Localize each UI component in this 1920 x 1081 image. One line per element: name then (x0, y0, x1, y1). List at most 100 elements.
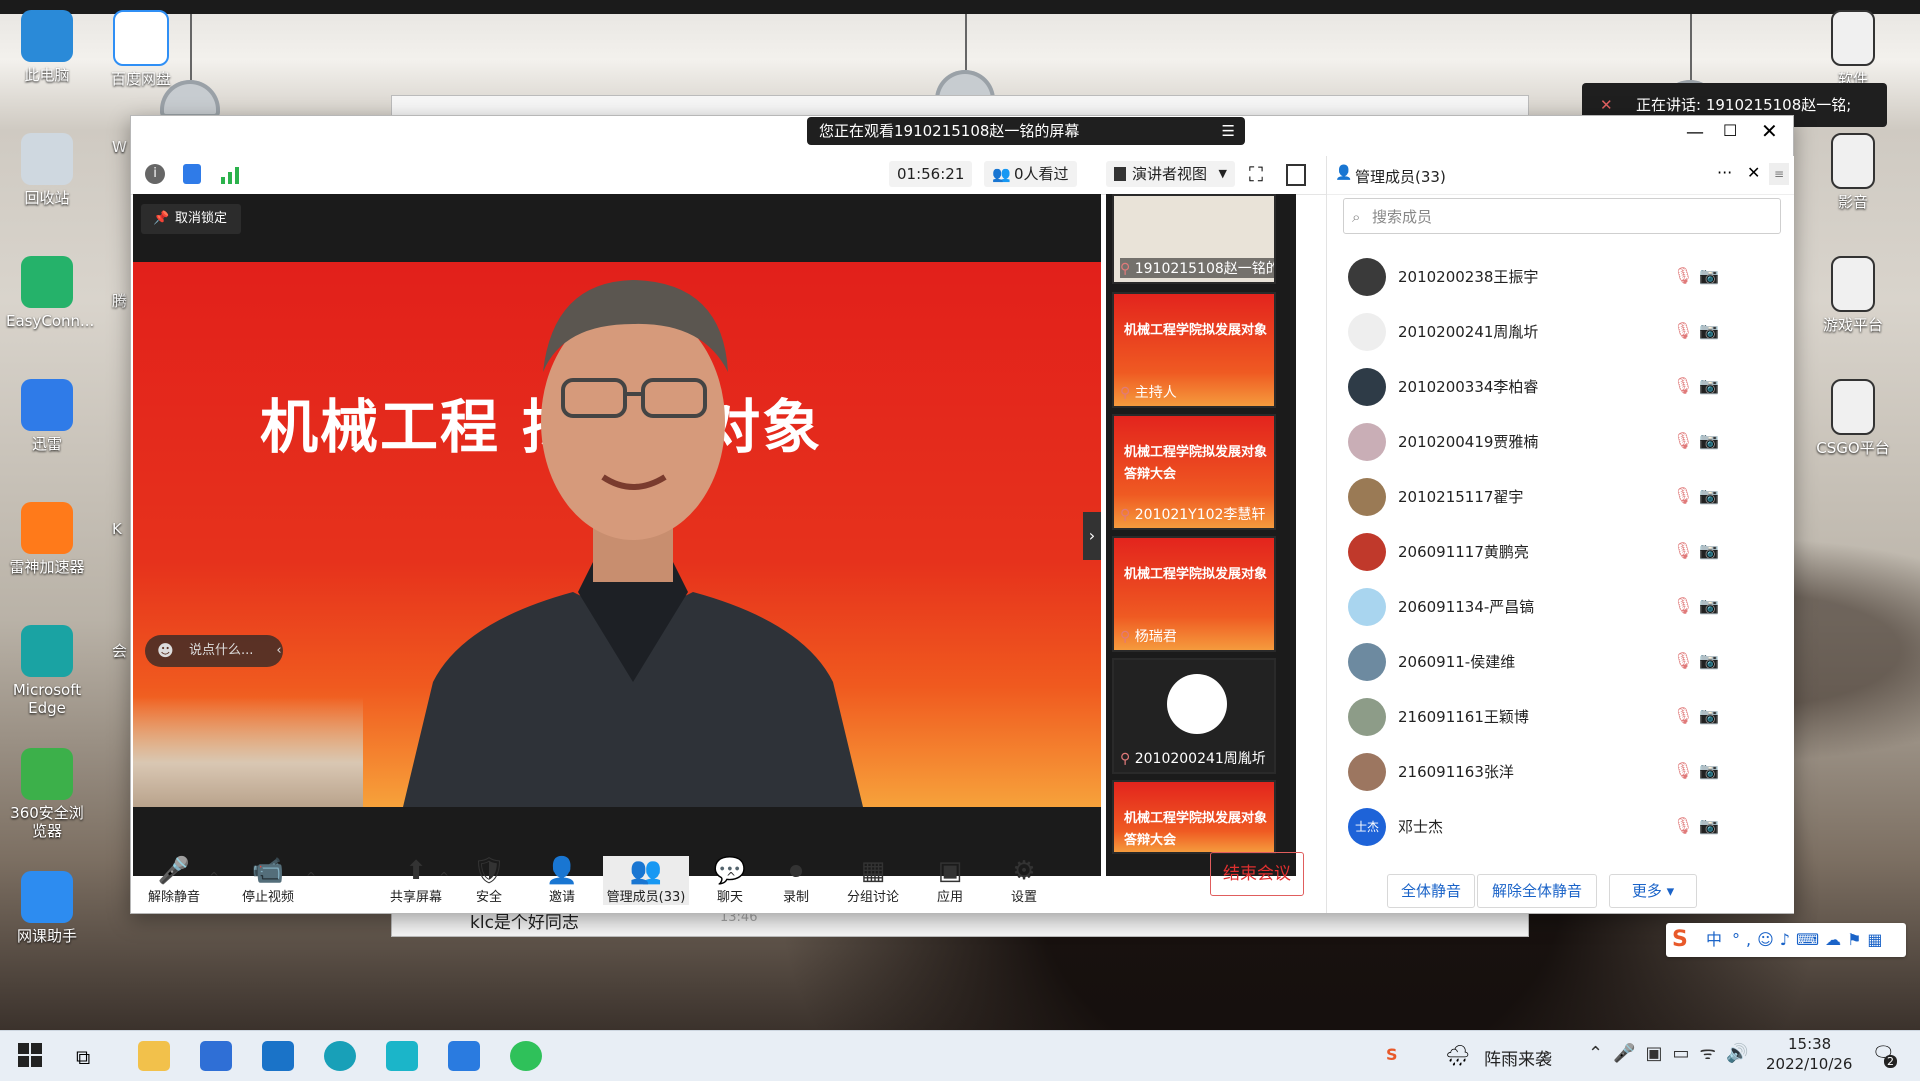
participant-thumbnail[interactable]: 机械工程学院拟发展对象 答辩大会 (1112, 780, 1276, 854)
leishen-icon[interactable]: 雷神加速器 (6, 502, 88, 576)
mic-muted-icon[interactable]: 🎙 (1673, 706, 1693, 725)
media-icon[interactable]: 影音 (1812, 133, 1894, 211)
edge-icon[interactable]: Microsoft Edge (6, 625, 88, 717)
camera-off-icon[interactable]: 📷 (1699, 431, 1719, 450)
easyconnect-icon[interactable]: EasyConn... (6, 256, 94, 330)
this-pc-icon[interactable]: 此电脑 (6, 10, 88, 84)
baidu-pan-icon[interactable]: 百度网盘 (100, 10, 182, 88)
view-mode-dropdown[interactable]: 演讲者视图 ▼ (1106, 161, 1236, 187)
app-b-icon[interactable] (386, 1041, 418, 1071)
security-button[interactable]: 🛡 安全 (456, 856, 522, 905)
mail-icon[interactable] (262, 1041, 294, 1071)
file-explorer-icon[interactable] (138, 1041, 170, 1071)
camera-off-icon[interactable]: 📷 (1699, 541, 1719, 560)
camera-off-icon[interactable]: 📷 (1699, 321, 1719, 340)
camera-off-icon[interactable]: 📷 (1699, 596, 1719, 615)
panel-toggle-icon[interactable] (1286, 164, 1306, 186)
maximize-icon[interactable]: ☐ (1723, 121, 1737, 140)
partial-desktop-icon[interactable]: K (112, 520, 122, 538)
member-row[interactable]: 2010200419贾雅楠 🎙 📷 (1343, 414, 1783, 469)
class-helper-icon[interactable]: 网课助手 (6, 871, 88, 945)
windows-start-icon[interactable] (18, 1043, 42, 1067)
screen-share-banner[interactable]: 您正在观看1910215108赵一铭的屏幕 ☰ (807, 117, 1245, 145)
mic-muted-icon[interactable]: 🎙 (1673, 651, 1693, 670)
mic-muted-icon[interactable]: 🎙 (1673, 321, 1693, 340)
end-meeting-button[interactable]: 结束会议 (1210, 852, 1304, 896)
mic-muted-icon[interactable]: 🎙 (1673, 596, 1693, 615)
clock-date[interactable]: 2022/10/26 (1766, 1055, 1852, 1073)
mute-all-button[interactable]: 全体静音 (1387, 874, 1475, 908)
task-view-icon[interactable]: ⧉ (76, 1045, 90, 1069)
main-video[interactable]: 📌 取消锁定 机械工程 拟发展对象 ☻ 说点什么... ‹ (133, 194, 1101, 876)
member-row[interactable]: 216091163张洋 🎙 📷 (1343, 744, 1783, 799)
tencent-meeting-icon[interactable] (448, 1041, 480, 1071)
apps-button[interactable]: ▣ 应用 (917, 856, 983, 905)
ime-toolbar[interactable]: S 中 °,☺♪⌨☁⚑▦ (1666, 923, 1906, 957)
stop-video-button[interactable]: 📹 停止视频 (235, 856, 301, 905)
chevron-right-icon[interactable]: › (1083, 512, 1101, 560)
member-row[interactable]: 2010200238王振宇 🎙 📷 (1343, 249, 1783, 304)
camera-off-icon[interactable]: 📷 (1699, 816, 1719, 835)
info-icon[interactable]: i (145, 164, 165, 184)
member-row[interactable]: 216091161王颖博 🎙 📷 (1343, 689, 1783, 744)
chevron-up-icon[interactable]: ^ (209, 870, 219, 884)
mic-muted-icon[interactable]: 🎙 (1673, 376, 1693, 395)
unmute-button[interactable]: 🎤 解除静音 (141, 856, 207, 905)
member-row[interactable]: 2010200334李柏睿 🎙 📷 (1343, 359, 1783, 414)
clock-time[interactable]: 15:38 (1788, 1035, 1831, 1053)
member-row[interactable]: 206091117黄鹏亮 🎙 📷 (1343, 524, 1783, 579)
panel-menu-icon[interactable]: ≡ (1769, 163, 1789, 185)
partial-desktop-icon[interactable]: W (112, 138, 127, 156)
record-button[interactable]: ⏺ 录制 (763, 856, 829, 905)
member-row[interactable]: 2060911-侯建维 🎙 📷 (1343, 634, 1783, 689)
participant-thumbnail[interactable]: 机械工程学院拟发展对象 ⚲ 主持人 (1112, 292, 1276, 408)
sogou-tray-icon[interactable]: S (1386, 1045, 1398, 1064)
chevron-up-icon[interactable]: ^ (726, 870, 736, 884)
fullscreen-icon[interactable]: ⛶ (1249, 162, 1263, 186)
partial-desktop-icon[interactable]: 会 (112, 640, 127, 661)
tray-icons[interactable]: ⌃🎤▣▭ᯤ🔊 (1588, 1041, 1758, 1065)
more-options-icon[interactable]: ··· (1717, 163, 1732, 182)
more-button[interactable]: 更多 ▾ (1609, 874, 1697, 908)
mic-muted-icon[interactable]: 🎙 (1673, 761, 1693, 780)
member-row[interactable]: 2010200241周胤圻 🎙 📷 (1343, 304, 1783, 359)
camera-off-icon[interactable]: 📷 (1699, 706, 1719, 725)
chat-input[interactable]: ☻ 说点什么... ‹ (145, 635, 283, 667)
minimize-icon[interactable]: — (1686, 122, 1704, 143)
camera-off-icon[interactable]: 📷 (1699, 376, 1719, 395)
game-platform-icon[interactable]: 游戏平台 (1812, 256, 1894, 334)
member-row[interactable]: 士杰 邓士杰 🎙 📷 (1343, 799, 1783, 854)
wechat-icon[interactable] (510, 1041, 542, 1071)
invite-button[interactable]: 👤 邀请 (529, 856, 595, 905)
csgo-icon[interactable]: CSGO平台 (1812, 379, 1894, 457)
recycle-bin-icon[interactable]: 回收站 (6, 133, 88, 207)
viewers-count[interactable]: 👥 0人看过 (984, 161, 1077, 187)
weather-text[interactable]: 阵雨来袭 (1484, 1045, 1552, 1070)
chevron-up-icon[interactable]: ^ (306, 870, 316, 884)
breakout-button[interactable]: ▦ 分组讨论 (840, 856, 906, 905)
camera-off-icon[interactable]: 📷 (1699, 761, 1719, 780)
participant-thumbnail[interactable]: ⚲ 1910215108赵一铭的... (1112, 194, 1276, 284)
mic-muted-icon[interactable]: 🎙 (1673, 266, 1693, 285)
mic-muted-icon[interactable]: 🎙 (1673, 431, 1693, 450)
participant-thumbnail[interactable]: ⚲ 2010200241周胤圻 (1112, 658, 1276, 774)
camera-off-icon[interactable]: 📷 (1699, 651, 1719, 670)
partial-desktop-icon[interactable]: 腾 (112, 290, 127, 311)
member-row[interactable]: 206091134-严昌镐 🎙 📷 (1343, 579, 1783, 634)
close-panel-icon[interactable]: ✕ (1747, 163, 1760, 182)
camera-off-icon[interactable]: 📷 (1699, 266, 1719, 285)
settings-button[interactable]: ⚙ 设置 (991, 856, 1057, 905)
camera-off-icon[interactable]: 📷 (1699, 486, 1719, 505)
chevron-up-icon[interactable]: ^ (439, 870, 449, 884)
mic-muted-icon[interactable]: 🎙 (1673, 816, 1693, 835)
participant-thumbnail[interactable]: 机械工程学院拟发展对象 答辩大会 ⚲ 201021Y102李慧轩 (1112, 414, 1276, 530)
thunder-icon[interactable]: 迅雷 (6, 379, 88, 453)
participant-thumbnail[interactable]: 机械工程学院拟发展对象 ⚲ 杨瑞君 (1112, 536, 1276, 652)
edge-taskbar-icon[interactable] (324, 1041, 356, 1071)
store-icon[interactable] (200, 1041, 232, 1071)
unmute-all-button[interactable]: 解除全体静音 (1477, 874, 1597, 908)
menu-icon[interactable]: ☰ (1222, 117, 1235, 145)
mic-muted-icon[interactable]: 🎙 (1673, 486, 1693, 505)
shield-icon[interactable] (183, 164, 201, 184)
close-icon[interactable]: ✕ (1761, 119, 1778, 143)
